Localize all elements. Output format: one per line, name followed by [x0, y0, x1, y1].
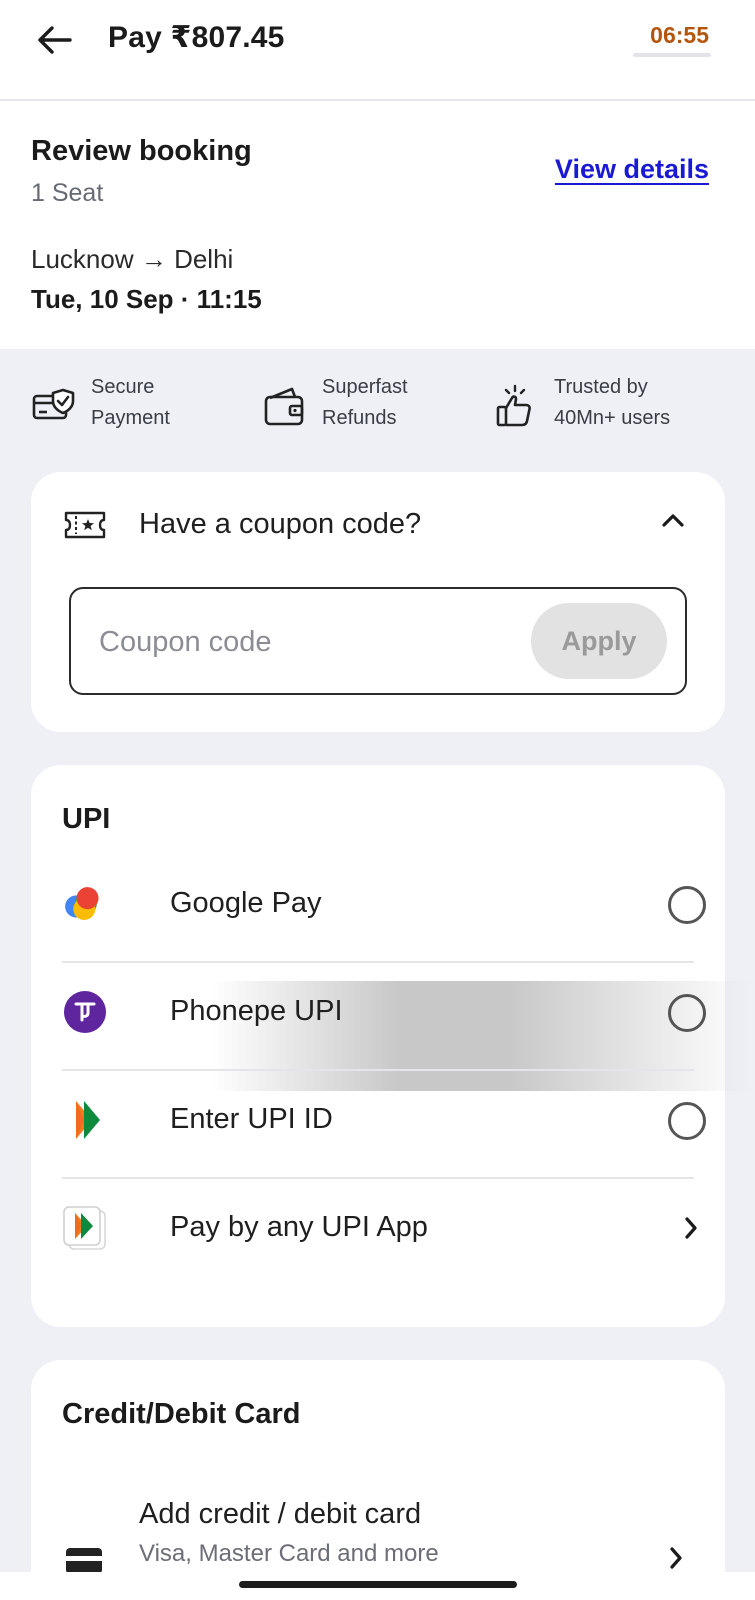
phonepe-icon	[64, 991, 106, 1033]
chevron-up-icon[interactable]	[661, 512, 685, 528]
upi-option-google-pay[interactable]: Google Pay	[62, 851, 706, 961]
review-booking-section: Review booking 1 Seat View details Luckn…	[0, 101, 755, 349]
feature-line2: Refunds	[322, 407, 397, 429]
thumbs-up-icon	[496, 384, 531, 427]
feature-superfast-refunds: Superfast Refunds	[262, 372, 408, 434]
feature-secure-payment: Secure Payment	[31, 372, 170, 434]
countdown-timer: 06:55	[650, 22, 709, 48]
upi-option-phonepe[interactable]: Phonepe UPI	[62, 959, 706, 1069]
feature-trusted-by: Trusted by 40Mn+ users	[494, 372, 670, 434]
upi-section: UPI Google Pay Phonepe UPI Enter UPI ID …	[31, 765, 751, 1327]
coupon-card: Have a coupon code? Apply	[31, 472, 725, 732]
wallet-icon	[264, 387, 304, 426]
card-section-title: Credit/Debit Card	[62, 1398, 301, 1430]
card-section: Credit/Debit Card Add credit / debit car…	[31, 1360, 725, 1600]
chevron-right-icon[interactable]	[667, 1545, 685, 1571]
view-details-link[interactable]: View details	[555, 154, 709, 185]
radio-button[interactable]	[668, 886, 706, 924]
option-label: Enter UPI ID	[170, 1103, 333, 1135]
coupon-code-input[interactable]	[99, 613, 499, 671]
home-indicator[interactable]	[239, 1581, 517, 1588]
secure-card-icon	[32, 388, 75, 420]
review-title: Review booking	[31, 135, 252, 167]
option-label: Pay by any UPI App	[170, 1211, 428, 1243]
feature-line2: Payment	[91, 407, 170, 429]
back-button[interactable]	[34, 20, 74, 60]
timer-progress-bar	[633, 53, 711, 57]
option-label: Phonepe UPI	[170, 995, 343, 1027]
add-card-subtitle: Visa, Master Card and more	[139, 1540, 439, 1567]
trust-features: Secure Payment Superfast Refunds Trusted…	[0, 372, 755, 442]
radio-button[interactable]	[668, 994, 706, 1032]
coupon-input-box: Apply	[69, 587, 687, 695]
feature-line2: 40Mn+ users	[554, 407, 671, 429]
apply-coupon-button[interactable]: Apply	[531, 603, 667, 679]
coupon-ticket-icon	[64, 511, 106, 539]
upi-option-any-app[interactable]: Pay by any UPI App	[62, 1175, 697, 1285]
coupon-title[interactable]: Have a coupon code?	[139, 508, 421, 541]
page-title: Pay ₹807.45	[108, 21, 285, 54]
feature-line1: Secure	[91, 376, 155, 398]
journey-datetime: Tue, 10 Sep · 11:15	[31, 284, 262, 314]
seat-count: 1 Seat	[31, 179, 104, 207]
back-arrow-icon	[38, 26, 72, 54]
upi-app-icon	[63, 1206, 106, 1250]
chevron-right-icon	[685, 1217, 697, 1239]
feature-line1: Trusted by	[554, 376, 648, 398]
upi-option-enter-upi-id[interactable]: Enter UPI ID	[62, 1067, 706, 1177]
bhim-upi-icon	[76, 1101, 100, 1139]
route-text: Lucknow → Delhi	[31, 244, 234, 274]
feature-line1: Superfast	[322, 376, 408, 398]
radio-button[interactable]	[668, 1102, 706, 1140]
option-label: Google Pay	[170, 887, 322, 919]
google-pay-icon	[65, 887, 99, 920]
add-card-title[interactable]: Add credit / debit card	[139, 1498, 421, 1531]
upi-section-title: UPI	[62, 803, 111, 835]
top-bar: Pay ₹807.45 06:55	[0, 0, 755, 101]
